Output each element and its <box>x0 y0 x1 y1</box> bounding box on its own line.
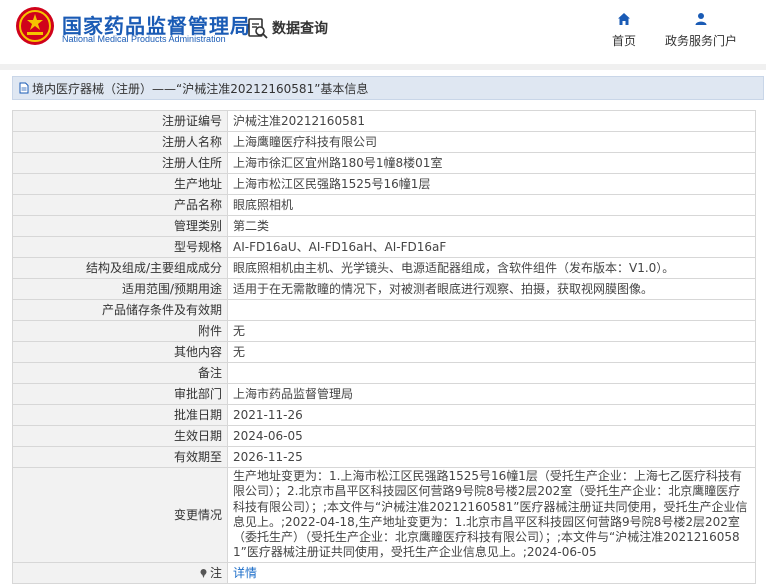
row-label: 有效期至 <box>12 446 228 468</box>
info-table: 注册证编号 沪械注准20212160581 注册人名称 上海鹰瞳医疗科技有限公司 注… <box>12 110 756 584</box>
note-value-cell: 详情 <box>227 561 756 584</box>
row-label: 结构及组成/主要组成成分 <box>12 257 228 279</box>
data-query-icon <box>248 18 268 39</box>
row-value: 2021-11-26 <box>227 404 756 426</box>
user-icon <box>695 13 707 25</box>
row-label: 批准日期 <box>12 404 228 426</box>
row-label: 型号规格 <box>12 236 228 258</box>
row-value: 无 <box>227 320 756 342</box>
row-label: 产品储存条件及有效期 <box>12 299 228 321</box>
data-query-label: 数据查询 <box>272 21 328 37</box>
table-row: 审批部门 上海市药品监督管理局 <box>12 383 756 405</box>
row-value: 眼底照相机 <box>227 194 756 216</box>
row-label: 附件 <box>12 320 228 342</box>
table-row: 附件无 <box>12 320 756 342</box>
table-row: 产品储存条件及有效期 <box>12 299 756 321</box>
table-row: 批准日期 2021-11-26 <box>12 404 756 426</box>
row-label: 适用范围/预期用途 <box>12 278 228 300</box>
row-label: 注册人名称 <box>12 131 228 153</box>
change-history-text: 生产地址变更为：1.上海市松江区民强路1525号16幢1层（受托生产企业：上海七… <box>227 467 756 563</box>
row-label: 生效日期 <box>12 425 228 447</box>
note-label: 注 <box>209 565 222 580</box>
table-row: 生产地址 上海市松江区民强路1525号16幢1层 <box>12 173 756 195</box>
table-row-note: 注 详情 <box>12 561 756 584</box>
row-value: AI-FD16aU、AI-FD16aH、AI-FD16aF <box>227 236 756 258</box>
row-value: 上海鹰瞳医疗科技有限公司 <box>227 131 756 153</box>
table-row: 适用范围/预期用途 适用于在无需散瞳的情况下，对被测者眼底进行观察、拍摄，获取视网… <box>12 278 756 300</box>
table-row: 有效期至 2026-11-25 <box>12 446 756 468</box>
site-logo-subtitle: National Medical Products Administration <box>62 34 226 44</box>
table-row: 备注 <box>12 362 756 384</box>
home-icon <box>618 13 630 25</box>
row-value: 眼底照相机由主机、光学镜头、电源适配器组成，含软件组件（发布版本：V1.0）。 <box>227 257 756 279</box>
national-emblem-icon <box>16 7 54 45</box>
row-label: 产品名称 <box>12 194 228 216</box>
row-value: 2026-11-25 <box>227 446 756 468</box>
document-icon <box>19 82 29 94</box>
table-row: 生效日期 2024-06-05 <box>12 425 756 447</box>
note-label-cell: 注 <box>12 561 228 584</box>
table-row: 注册证编号 沪械注准20212160581 <box>12 110 756 132</box>
row-label: 备注 <box>12 362 228 384</box>
row-label: 审批部门 <box>12 383 228 405</box>
site-header: 国家药品监督管理局 National Medical Products Admi… <box>0 0 766 64</box>
row-label: 注册人住所 <box>12 152 228 174</box>
row-value <box>227 362 756 384</box>
row-value: 第二类 <box>227 215 756 237</box>
row-value: 上海市徐汇区宜州路180号1幢8楼01室 <box>227 152 756 174</box>
row-value <box>227 299 756 321</box>
table-row: 注册人住所 上海市徐汇区宜州路180号1幢8楼01室 <box>12 152 756 174</box>
nav-home[interactable]: 首页 <box>604 12 644 49</box>
row-value: 2024-06-05 <box>227 425 756 447</box>
row-value: 沪械注准20212160581 <box>227 110 756 132</box>
table-row: 型号规格 AI-FD16aU、AI-FD16aH、AI-FD16aF <box>12 236 756 258</box>
row-label: 生产地址 <box>12 173 228 195</box>
section-title-bar: 境内医疗器械（注册）——“沪械注准20212160581”基本信息 <box>12 76 764 100</box>
nav-service-portal[interactable]: 政务服务门户 <box>656 12 746 49</box>
nav-service-portal-label: 政务服务门户 <box>664 34 737 48</box>
row-value: 无 <box>227 341 756 363</box>
pin-icon <box>200 568 207 578</box>
table-row: 结构及组成/主要组成成分 眼底照相机由主机、光学镜头、电源适配器组成，含软件组件（… <box>12 257 756 279</box>
row-label: 管理类别 <box>12 215 228 237</box>
row-value: 适用于在无需散瞳的情况下，对被测者眼底进行观察、拍摄，获取视网膜图像。 <box>227 278 756 300</box>
row-label: 注册证编号 <box>12 110 228 132</box>
section-title: 境内医疗器械（注册）——“沪械注准20212160581”基本信息 <box>32 81 369 96</box>
nav-home-label: 首页 <box>611 34 636 48</box>
row-value: 上海市药品监督管理局 <box>227 383 756 405</box>
row-label: 其他内容 <box>12 341 228 363</box>
table-row: 产品名称 眼底照相机 <box>12 194 756 216</box>
table-row: 其他内容无 <box>12 341 756 363</box>
table-row: 管理类别 第二类 <box>12 215 756 237</box>
detail-link[interactable]: 详情 <box>233 566 257 580</box>
header-divider <box>0 64 766 70</box>
table-row-changes: 变更情况 生产地址变更为：1.上海市松江区民强路1525号16幢1层（受托生产企业… <box>12 467 756 563</box>
data-query-link[interactable]: 数据查询 <box>247 15 328 41</box>
row-label: 变更情况 <box>12 467 228 563</box>
row-value: 上海市松江区民强路1525号16幢1层 <box>227 173 756 195</box>
table-row: 注册人名称 上海鹰瞳医疗科技有限公司 <box>12 131 756 153</box>
